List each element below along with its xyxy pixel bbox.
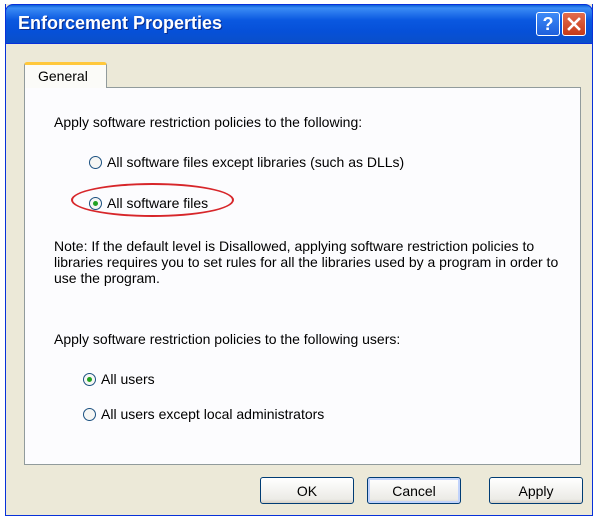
tab-label: General [38,68,88,84]
apply-label: Apply [518,482,554,499]
window-title: Enforcement Properties [18,13,223,33]
ok-label: OK [296,482,318,499]
title-bar[interactable]: Enforcement Properties ? [5,4,593,44]
tab-general[interactable]: General [24,62,107,88]
radio-all-users[interactable]: All users [83,371,155,387]
radio-circle-unselected-icon [89,155,102,169]
apply-button[interactable]: Apply [489,477,583,504]
radio-circle-selected-icon [83,372,96,386]
cancel-label: Cancel [392,482,436,499]
help-button[interactable]: ? [536,12,560,36]
close-icon [567,17,581,31]
highlight-ellipse [71,183,234,217]
radio-label: All software files except libraries (suc… [107,154,405,170]
tab-panel-general: Apply software restriction policies to t… [24,87,581,465]
section2-heading: Apply software restriction policies to t… [54,331,401,347]
radio-label: All users except local administrators [101,406,325,422]
radio-all-except-libraries[interactable]: All software files except libraries (suc… [89,154,404,170]
close-button[interactable] [562,12,586,36]
note-text: Note: If the default level is Disallowed… [54,238,559,286]
section1-heading: Apply software restriction policies to t… [54,114,363,130]
radio-circle-unselected-icon [83,407,96,421]
dialog-window: Enforcement Properties ? General Apply s… [5,4,593,516]
radio-all-users-except-admins[interactable]: All users except local administrators [83,406,324,422]
cancel-button[interactable]: Cancel [367,477,461,504]
help-icon: ? [542,13,554,34]
ok-button[interactable]: OK [260,477,354,504]
radio-label: All users [101,371,155,387]
